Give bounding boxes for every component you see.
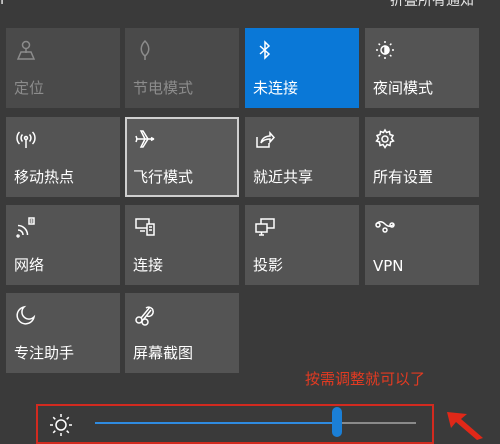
tile-airplane-mode[interactable]: 飞行模式 bbox=[125, 117, 239, 197]
tile-label: 飞行模式 bbox=[133, 168, 194, 186]
brightness-slider-thumb[interactable] bbox=[332, 407, 342, 437]
gear-icon bbox=[373, 127, 397, 151]
tile-label: 连接 bbox=[133, 256, 164, 274]
vpn-icon bbox=[373, 215, 397, 239]
tile-label: 屏幕截图 bbox=[133, 344, 194, 362]
tile-screen-snip[interactable]: 屏幕截图 bbox=[125, 293, 239, 373]
night-light-icon bbox=[373, 38, 397, 62]
airplane-icon bbox=[133, 127, 157, 151]
tile-label: 投影 bbox=[253, 256, 284, 274]
network-icon bbox=[14, 215, 38, 239]
mobile-hotspot-icon bbox=[14, 127, 38, 151]
tile-battery-saver[interactable]: 节电模式 bbox=[125, 28, 239, 108]
top-left-glyph: I bbox=[0, 0, 5, 8]
connect-icon bbox=[133, 215, 157, 239]
tile-label: 节电模式 bbox=[133, 79, 194, 97]
tile-label: 移动热点 bbox=[14, 168, 75, 186]
annotation-text: 按需调整就可以了 bbox=[305, 370, 426, 388]
tile-mobile-hotspot[interactable]: 移动热点 bbox=[6, 117, 120, 197]
tile-label: 定位 bbox=[14, 79, 45, 97]
project-icon bbox=[253, 215, 277, 239]
tile-nearby-share[interactable]: 就近共享 bbox=[245, 117, 359, 197]
top-bar: I 折叠所有通知 bbox=[0, 0, 500, 8]
tile-vpn[interactable]: VPN bbox=[365, 205, 479, 285]
tile-all-settings[interactable]: 所有设置 bbox=[365, 117, 479, 197]
tile-label: 网络 bbox=[14, 256, 45, 274]
brightness-track-filled bbox=[95, 422, 338, 424]
tile-focus-assist[interactable]: 专注助手 bbox=[6, 293, 120, 373]
tile-project[interactable]: 投影 bbox=[245, 205, 359, 285]
battery-saver-icon bbox=[133, 38, 157, 62]
brightness-highlight-box bbox=[36, 404, 434, 444]
brightness-track-empty bbox=[338, 422, 416, 424]
tile-night-light[interactable]: 夜间模式 bbox=[365, 28, 479, 108]
tile-label: 专注助手 bbox=[14, 344, 75, 362]
tile-network[interactable]: 网络 bbox=[6, 205, 120, 285]
bluetooth-icon bbox=[253, 38, 277, 62]
tile-label: 夜间模式 bbox=[373, 79, 434, 97]
tile-label: 未连接 bbox=[253, 79, 299, 97]
nearby-share-icon bbox=[253, 127, 277, 151]
focus-assist-icon bbox=[14, 303, 38, 327]
tile-bluetooth[interactable]: 未连接 bbox=[245, 28, 359, 108]
screen-snip-icon bbox=[133, 303, 157, 327]
annotation-arrow bbox=[443, 408, 493, 440]
collapse-notifications-link[interactable]: 折叠所有通知 bbox=[390, 0, 474, 8]
tile-label: 所有设置 bbox=[373, 168, 434, 186]
tile-location[interactable]: 定位 bbox=[6, 28, 120, 108]
tile-label: VPN bbox=[373, 257, 404, 275]
tile-connect[interactable]: 连接 bbox=[125, 205, 239, 285]
tile-label: 就近共享 bbox=[253, 168, 314, 186]
location-icon bbox=[14, 38, 38, 62]
brightness-sun-icon bbox=[48, 412, 74, 438]
